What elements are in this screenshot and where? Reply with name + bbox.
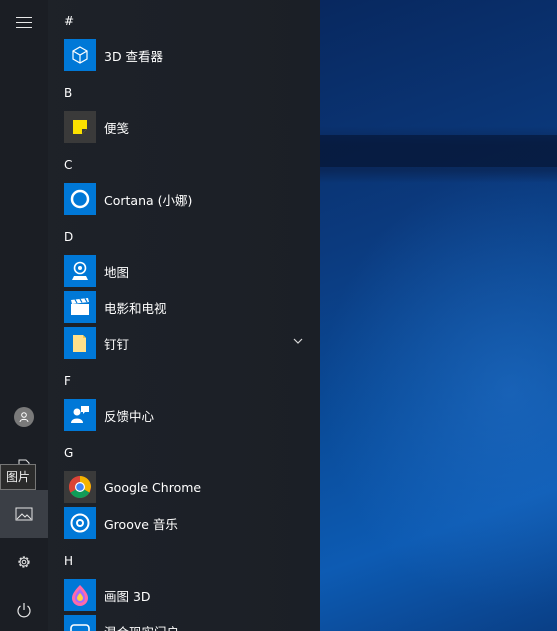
- groove-music-icon: [64, 507, 96, 539]
- section-header-h[interactable]: H: [64, 543, 304, 579]
- app-label: Cortana (小娜): [104, 192, 193, 208]
- section-header-hash[interactable]: #: [64, 3, 304, 39]
- folder-icon: [64, 327, 96, 359]
- hamburger-icon: [16, 21, 32, 23]
- app-movies-tv[interactable]: 电影和电视: [64, 289, 304, 325]
- app-label: 地图: [104, 264, 130, 280]
- app-label: Google Chrome: [104, 479, 202, 495]
- start-rail: 图片: [0, 0, 48, 631]
- app-mixed-reality-portal[interactable]: 混合现实门户: [64, 613, 304, 631]
- chevron-down-icon[interactable]: [292, 335, 304, 347]
- section-header-g[interactable]: G: [64, 435, 304, 471]
- app-folder-dingtalk[interactable]: 钉钉: [64, 325, 304, 361]
- app-label: 画图 3D: [104, 588, 151, 604]
- app-paint-3d[interactable]: 画图 3D: [64, 577, 304, 613]
- app-label: 混合现实门户: [104, 622, 179, 631]
- desktop-wallpaper: [320, 0, 557, 631]
- app-maps[interactable]: 地图: [64, 253, 304, 289]
- gear-icon: [18, 556, 30, 568]
- app-label: 便笺: [104, 120, 130, 136]
- app-3d-viewer[interactable]: 3D 查看器: [64, 37, 304, 73]
- wallpaper-band: [320, 135, 557, 167]
- expand-menu-button[interactable]: [0, 0, 48, 44]
- section-header-b[interactable]: B: [64, 75, 304, 111]
- cortana-icon: [64, 183, 96, 215]
- app-label: 钉钉: [104, 336, 130, 352]
- mixed-reality-icon: [64, 615, 96, 631]
- app-label: 电影和电视: [104, 300, 167, 316]
- power-icon: [17, 603, 31, 618]
- wallpaper-glow: [320, 170, 557, 610]
- section-header-d[interactable]: D: [64, 219, 304, 255]
- app-list[interactable]: # 3D 查看器 B 便笺 C Cortana (小娜) D 地图 电影和电视 …: [48, 0, 320, 631]
- pictures-tooltip: 图片: [0, 464, 37, 490]
- movies-tv-icon: [64, 291, 96, 323]
- app-sticky-notes[interactable]: 便笺: [64, 109, 304, 145]
- power-button[interactable]: [0, 586, 48, 631]
- app-feedback-hub[interactable]: 反馈中心: [64, 397, 304, 433]
- start-menu: 图片 # 3D 查看器 B 便笺 C Cortana (小娜) D 地图 电影和…: [0, 0, 320, 631]
- app-cortana[interactable]: Cortana (小娜): [64, 181, 304, 217]
- user-icon: [14, 407, 34, 427]
- paint-3d-icon: [64, 579, 96, 611]
- pictures-button[interactable]: [0, 490, 48, 538]
- app-label: 反馈中心: [104, 408, 155, 424]
- settings-button[interactable]: [0, 538, 48, 586]
- 3d-viewer-icon: [64, 39, 96, 71]
- user-account-button[interactable]: [0, 393, 48, 441]
- maps-icon: [64, 255, 96, 287]
- section-header-f[interactable]: F: [64, 363, 304, 399]
- app-groove-music[interactable]: Groove 音乐: [64, 505, 304, 541]
- chrome-icon: [64, 471, 96, 503]
- app-google-chrome[interactable]: Google Chrome: [64, 469, 304, 505]
- app-label: Groove 音乐: [104, 516, 178, 532]
- pictures-icon: [15, 507, 33, 521]
- sticky-notes-icon: [64, 111, 96, 143]
- feedback-hub-icon: [64, 399, 96, 431]
- section-header-c[interactable]: C: [64, 147, 304, 183]
- app-label: 3D 查看器: [104, 48, 164, 64]
